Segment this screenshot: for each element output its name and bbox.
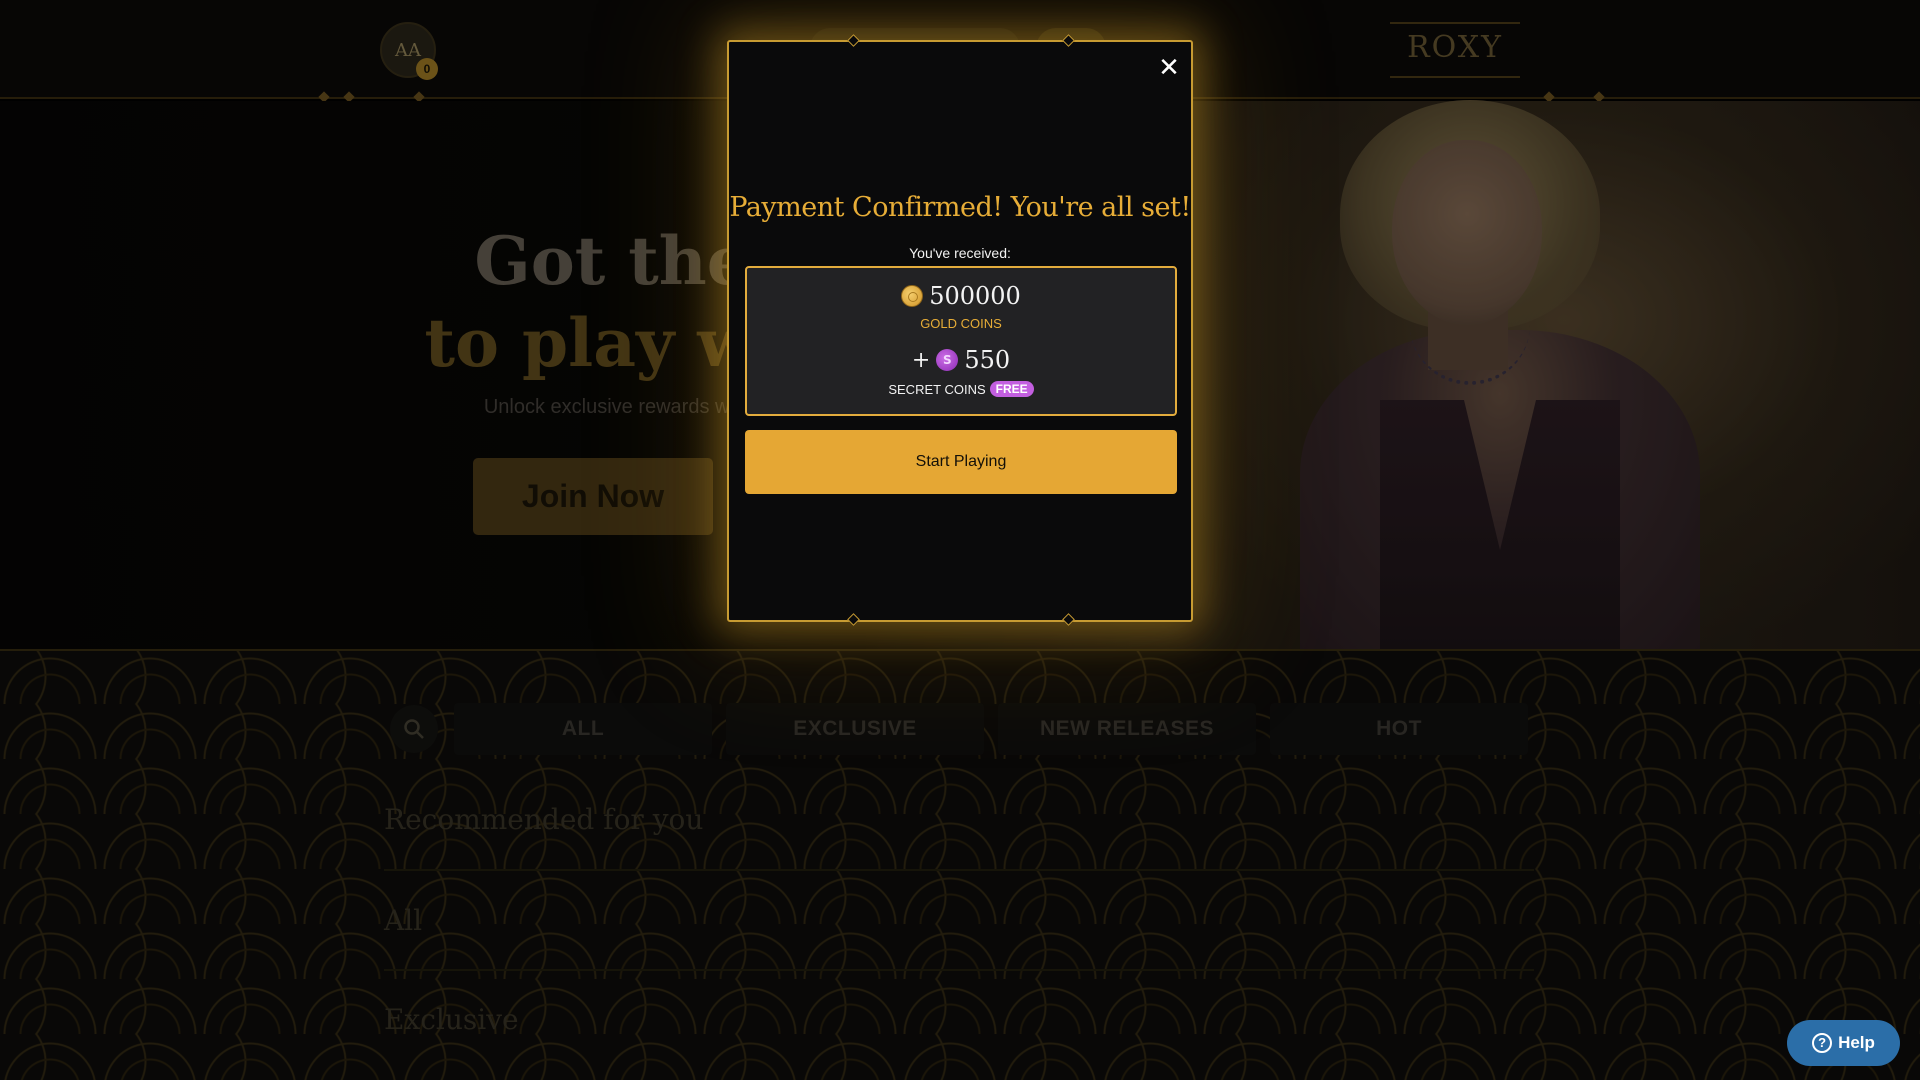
start-playing-button[interactable]: Start Playing	[745, 430, 1177, 494]
reward-summary: 500000 GOLD COINS + 550 SECRET COINSFREE	[745, 266, 1177, 416]
help-icon: ?	[1812, 1033, 1833, 1053]
modal-title: Payment Confirmed! You're all set!	[729, 192, 1191, 223]
gold-coin-icon	[901, 285, 924, 307]
free-badge: FREE	[989, 381, 1034, 397]
help-button[interactable]: ? Help	[1787, 1020, 1900, 1066]
secret-coins-row: + 550	[747, 346, 1175, 374]
help-label: Help	[1838, 1033, 1875, 1052]
plus-sign: +	[911, 347, 931, 373]
secret-coin-icon	[936, 349, 959, 371]
received-label: You've received:	[909, 245, 1011, 261]
secret-coins-label: SECRET COINS	[888, 382, 986, 397]
gold-coin-amount: 500000	[929, 282, 1021, 310]
close-icon[interactable]: ✕	[1154, 52, 1184, 82]
gold-coins-row: 500000	[747, 282, 1175, 310]
secret-coins-label-row: SECRET COINS FREE	[747, 381, 1175, 397]
gold-coins-label: GOLD COINS	[920, 316, 1002, 331]
payment-confirmed-modal: ✕ Payment Confirmed! You're all set! You…	[727, 34, 1193, 626]
secret-coin-amount: 550	[964, 346, 1011, 374]
